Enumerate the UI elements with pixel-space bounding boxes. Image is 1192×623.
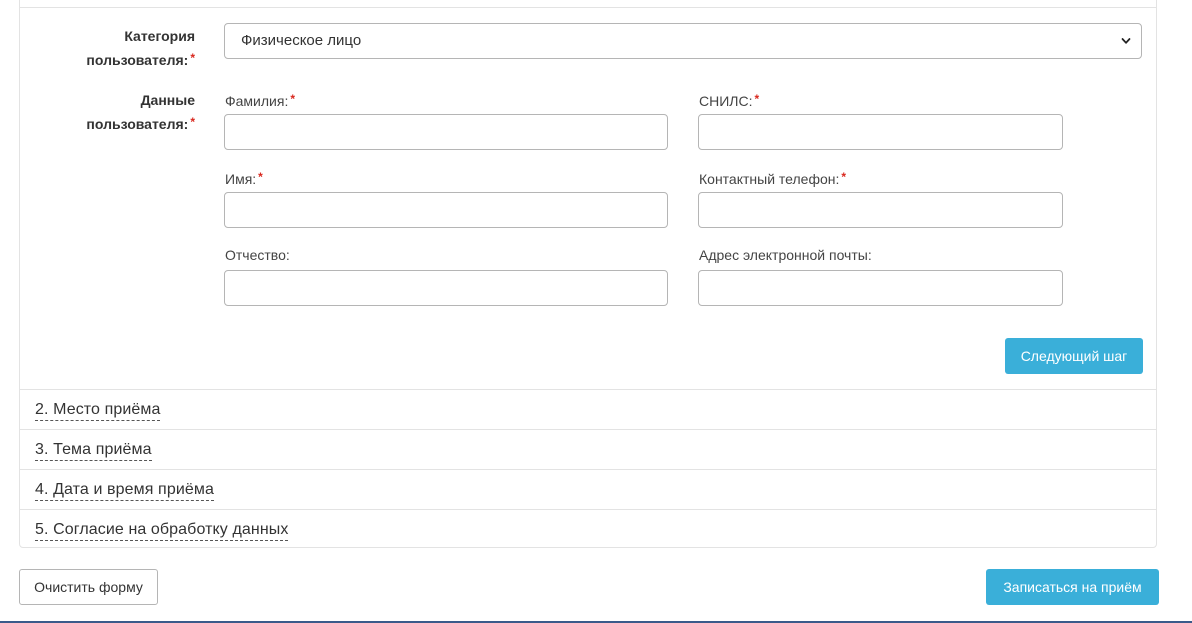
step-4-link[interactable]: 4. Дата и время приёма	[35, 480, 214, 501]
user-data-label-line2: пользователя:	[86, 116, 189, 132]
first-name-label: Имя: *	[225, 168, 263, 188]
clear-form-button[interactable]: Очистить форму	[19, 569, 158, 605]
submit-appointment-button[interactable]: Записаться на приём	[986, 569, 1159, 605]
patronymic-label-text: Отчество:	[225, 247, 290, 263]
step-1-panel: Категория пользователя: * Физическое лицо…	[19, 0, 1157, 548]
category-label-line1: Категория	[124, 28, 195, 44]
required-mark: *	[258, 170, 263, 184]
snils-label: СНИЛС: *	[699, 90, 759, 110]
step-3-link[interactable]: 3. Тема приёма	[35, 440, 152, 461]
step-4-row[interactable]: 4. Дата и время приёма	[20, 469, 1156, 509]
panel-divider	[20, 7, 1156, 8]
step-2-row[interactable]: 2. Место приёма	[20, 389, 1156, 429]
user-data-label: Данные пользователя: *	[20, 89, 195, 135]
snils-input[interactable]	[698, 114, 1063, 150]
phone-label-text: Контактный телефон:	[699, 171, 840, 187]
email-label-text: Адрес электронной почты:	[699, 247, 872, 263]
required-mark: *	[290, 92, 296, 106]
phone-label: Контактный телефон: *	[699, 168, 846, 188]
phone-input[interactable]	[698, 192, 1063, 228]
step-5-link[interactable]: 5. Согласие на обработку данных	[35, 520, 289, 541]
required-mark: *	[841, 170, 847, 184]
chevron-down-icon	[1121, 38, 1131, 44]
step-3-row[interactable]: 3. Тема приёма	[20, 429, 1156, 469]
snils-label-text: СНИЛС:	[699, 93, 753, 109]
category-label-line2: пользователя:	[86, 52, 189, 68]
next-step-button[interactable]: Следующий шаг	[1005, 338, 1143, 374]
patronymic-input[interactable]	[224, 270, 668, 306]
required-mark: *	[190, 51, 195, 65]
step-2-link[interactable]: 2. Место приёма	[35, 400, 161, 421]
required-mark: *	[190, 115, 195, 129]
step-5-row[interactable]: 5. Согласие на обработку данных	[20, 509, 1156, 549]
patronymic-label: Отчество:	[225, 246, 290, 264]
user-data-label-line1: Данные	[140, 92, 195, 108]
appointment-form-page: Категория пользователя: * Физическое лицо…	[0, 0, 1192, 623]
last-name-label: Фамилия: *	[225, 90, 295, 110]
user-category-select[interactable]: Физическое лицо	[224, 23, 1142, 59]
category-label: Категория пользователя: *	[20, 25, 195, 71]
required-mark: *	[754, 92, 760, 106]
first-name-label-text: Имя:	[225, 171, 257, 187]
email-label: Адрес электронной почты:	[699, 246, 872, 264]
last-name-input[interactable]	[224, 114, 668, 150]
user-category-selected-value: Физическое лицо	[241, 32, 362, 49]
last-name-label-text: Фамилия:	[225, 93, 289, 109]
email-input[interactable]	[698, 270, 1063, 306]
first-name-input[interactable]	[224, 192, 668, 228]
